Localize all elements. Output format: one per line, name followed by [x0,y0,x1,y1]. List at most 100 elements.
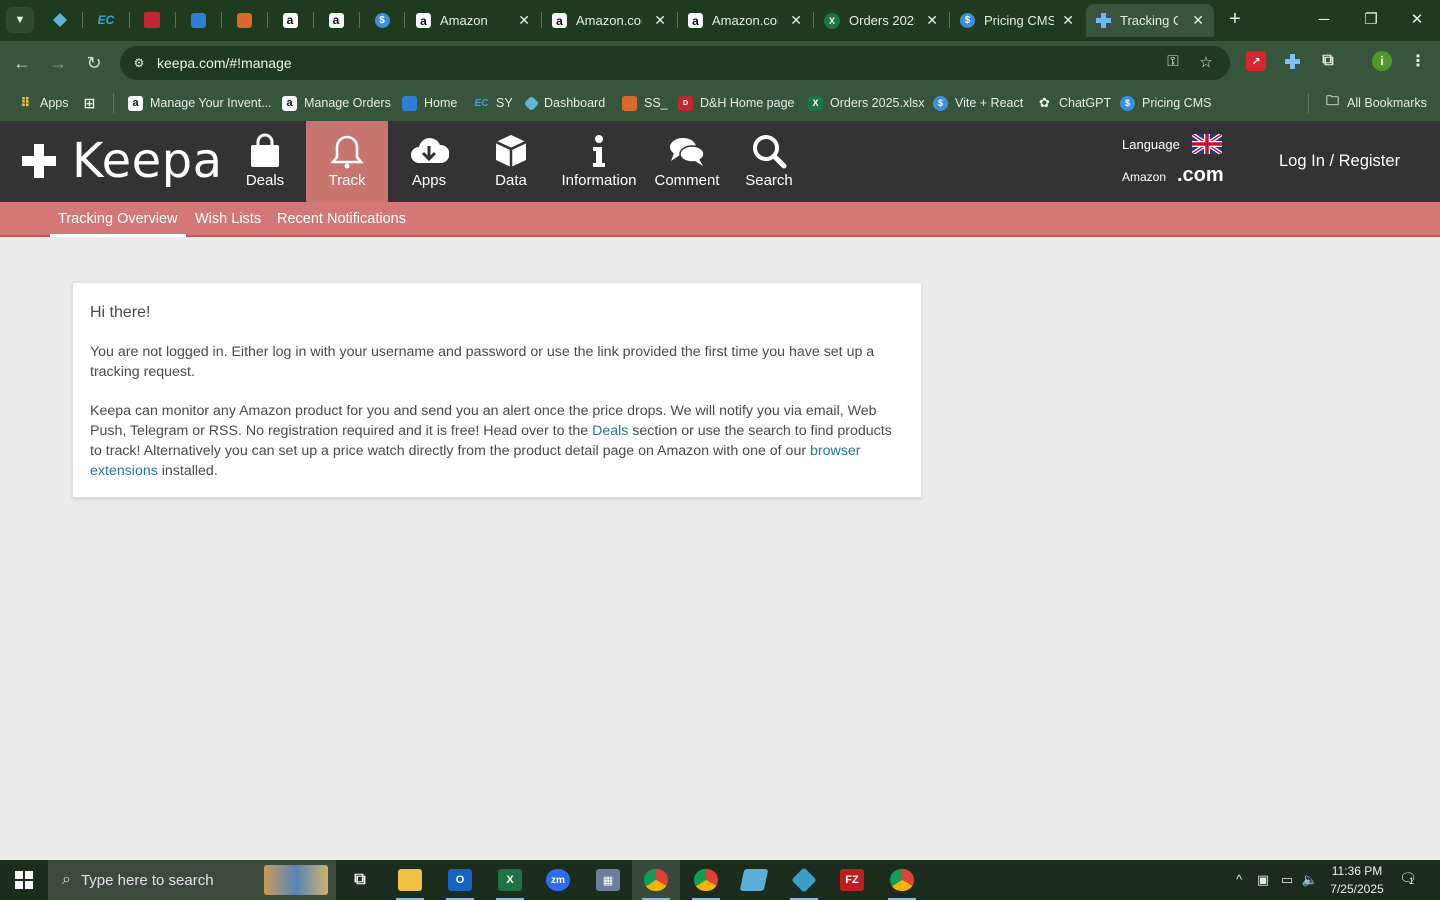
bookmark-vite-react[interactable]: $ Vite + React [933,93,1023,113]
bookmark-ss[interactable]: SS_ [622,93,668,113]
taskbar-calculator[interactable]: ▦ [584,860,632,900]
tab-amazon-com-2[interactable]: a Amazon.com ✕ [678,4,812,37]
tab-amazon[interactable]: a Amazon ✕ [406,4,540,37]
subnav-wish-lists[interactable]: Wish Lists [187,202,269,237]
all-bookmarks-label: All Bookmarks [1347,96,1427,110]
pinned-tab-ss[interactable] [232,8,256,32]
taskbar-search-placeholder: Type here to search [80,871,214,889]
url-text[interactable]: keepa.com/#!manage [157,55,292,71]
new-tab-plus-icon[interactable]: + [1224,8,1246,32]
pinned-tab-amazon-2[interactable]: a [324,8,348,32]
profile-avatar[interactable]: i [1372,51,1392,71]
taskbar-chrome-2[interactable] [682,860,730,900]
nav-deals[interactable]: Deals [224,121,306,202]
taskbar-chrome-1[interactable] [632,860,680,900]
volume-icon[interactable]: 🔈 [1301,871,1319,889]
bookmark-home[interactable]: Home [402,93,457,113]
nav-data[interactable]: Data [470,121,552,202]
bookmark-orders-xlsx[interactable]: X Orders 2025.xlsx [808,93,924,113]
bookmark-manage-inventory[interactable]: a Manage Your Invent... [128,93,272,113]
window-close-icon[interactable]: ✕ [1403,8,1431,32]
all-bookmarks[interactable]: 🗀 All Bookmarks [1325,93,1427,113]
pinned-tab-amazon-1[interactable]: a [278,8,302,32]
extension-arrow-icon[interactable]: ↗ [1246,51,1266,71]
subnav-recent-notifications[interactable]: Recent Notifications [269,202,414,237]
bookmark-label: Orders 2025.xlsx [830,96,925,110]
close-icon[interactable]: ✕ [1062,12,1074,29]
task-view-button[interactable]: ⧉ [336,860,384,900]
taskbar-zoom[interactable]: zm [534,860,582,900]
bookmark-manage-orders[interactable]: a Manage Orders [282,93,391,113]
bookmark-dashboard[interactable]: Dashboard [523,93,605,113]
uk-flag-icon[interactable] [1192,134,1222,154]
bookmark-dh-home[interactable]: D D&H Home page [678,93,795,113]
close-icon[interactable]: ✕ [654,12,666,29]
amazon-domain-selector[interactable]: .com [1177,164,1224,187]
notification-center-icon[interactable]: 🗨 1 [1398,870,1418,890]
taskbar-outlook[interactable]: O [436,860,484,900]
network-icon[interactable]: ▭ [1278,871,1296,889]
reload-icon[interactable]: ↻ [82,51,106,75]
tray-chevron-up-icon[interactable]: ^ [1230,871,1248,889]
keepa-logo[interactable]: Keepa [22,133,223,189]
bookmark-label: SY [496,96,513,110]
tab-title: Pricing CMS [984,13,1054,28]
taskbar-chrome-3[interactable] [878,860,926,900]
close-icon[interactable]: ✕ [926,12,938,29]
close-icon[interactable]: ✕ [1192,12,1204,29]
sub-nav: Tracking Overview Wish Lists Recent Noti… [0,202,1440,237]
password-key-icon[interactable]: ⚿ [1162,53,1184,73]
nav-comment[interactable]: Comment [646,121,728,202]
extension-keepa-icon[interactable] [1282,51,1302,71]
login-register-link[interactable]: Log In / Register [1279,152,1400,171]
bookmark-apps[interactable]: ⠿ Apps [18,93,68,113]
system-clock[interactable]: 11:36 PM 7/25/2025 [1326,862,1388,898]
bookmark-pricing-cms[interactable]: $ Pricing CMS [1120,93,1211,113]
bookmark-sy[interactable]: EC SY [474,93,513,113]
pinned-tab-dh[interactable] [140,8,164,32]
amazon-favicon-icon: a [282,12,298,28]
back-arrow-icon[interactable]: ← [10,51,34,75]
extensions-puzzle-icon[interactable]: ⧉ [1318,51,1338,71]
bookmark-star-icon[interactable]: ☆ [1195,53,1217,73]
chrome-icon [694,869,718,891]
browser-menu-icon[interactable]: ⋮ [1408,51,1428,71]
tab-search-chevron-icon[interactable]: ▼ [6,7,34,33]
minimize-icon[interactable]: ─ [1310,8,1338,32]
tab-amazon-com-1[interactable]: a Amazon.com ✕ [542,4,676,37]
tab-orders-2025[interactable]: X Orders 2025 ✕ [814,4,948,37]
taskbar-file-explorer[interactable] [386,860,434,900]
tray-meet-icon[interactable]: ▣ [1254,871,1272,889]
not-logged-in-card: Hi there! You are not logged in. Either … [72,282,922,498]
pinned-tab-home[interactable] [186,8,210,32]
nav-information[interactable]: Information [552,121,646,202]
nav-search[interactable]: Search [728,121,810,202]
taskbar-filezilla[interactable]: FZ [828,860,876,900]
bookmark-tab-groups[interactable]: ⊞ [82,93,104,113]
taskbar-app-diamond[interactable] [780,860,828,900]
tab-separator [267,12,268,28]
forward-arrow-icon[interactable]: → [46,51,70,75]
box-favicon-icon [622,95,637,111]
bookmark-chatgpt[interactable]: ✿ ChatGPT [1037,93,1111,113]
pinned-tab-ec[interactable]: EC [94,8,118,32]
site-info-icon[interactable]: ⚙ [130,54,148,72]
clock-time: 11:36 PM [1331,864,1383,878]
taskbar-notepad[interactable] [730,860,778,900]
tab-tracking-overview[interactable]: Tracking Overview ✕ [1086,4,1214,37]
nav-track[interactable]: Track [306,121,388,202]
taskbar-excel[interactable]: X [486,860,534,900]
start-button[interactable] [0,860,48,900]
tab-pricing-cms[interactable]: $ Pricing CMS ✕ [950,4,1084,37]
pinned-tab-keepa-dashboard[interactable] [48,8,72,32]
subnav-tracking-overview[interactable]: Tracking Overview [50,202,186,237]
nav-apps[interactable]: Apps [388,121,470,202]
diamond-app-icon [791,867,817,893]
close-icon[interactable]: ✕ [518,12,530,29]
restore-icon[interactable]: ❐ [1357,8,1385,32]
close-icon[interactable]: ✕ [790,12,802,29]
taskbar-search-box[interactable]: ⌕ Type here to search [48,860,336,900]
address-bar[interactable]: ⚙ keepa.com/#!manage ⚿ ☆ [120,46,1230,80]
deals-link[interactable]: Deals [592,423,628,439]
pinned-tab-pricing[interactable]: $ [370,8,394,32]
